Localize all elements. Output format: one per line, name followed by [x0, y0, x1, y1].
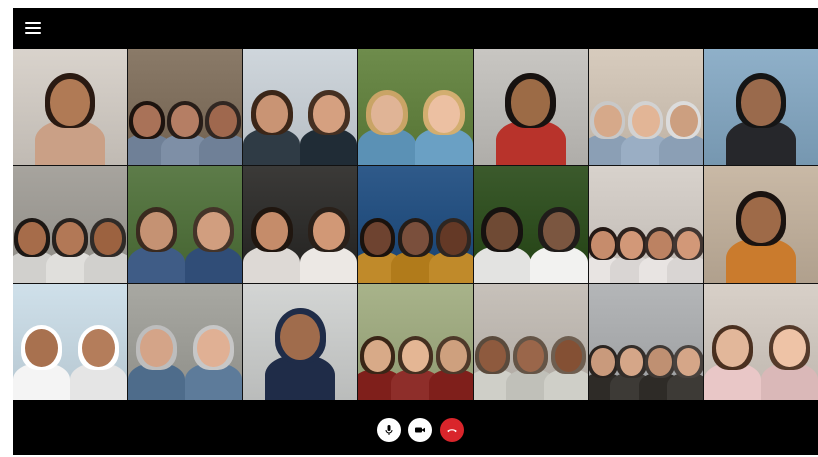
participant-grid — [13, 49, 818, 400]
participant-tile[interactable] — [243, 283, 358, 400]
participant-person — [667, 223, 703, 283]
participant-tile[interactable] — [473, 283, 588, 400]
participant-person — [428, 213, 473, 283]
participant-tile[interactable] — [13, 49, 128, 166]
participant-tile[interactable] — [128, 166, 243, 283]
participant-person — [35, 65, 105, 166]
participant-person — [703, 318, 762, 400]
participant-tile[interactable] — [588, 49, 703, 166]
video-camera-icon — [415, 427, 425, 433]
participant-person — [760, 318, 818, 400]
participant-person — [415, 83, 473, 166]
participant-person — [300, 83, 358, 166]
participant-person — [725, 183, 796, 283]
participant-tile[interactable] — [703, 49, 818, 166]
participant-person — [358, 83, 416, 166]
participant-tile[interactable] — [588, 283, 703, 400]
microphone-button[interactable] — [377, 418, 401, 442]
camera-button[interactable] — [408, 418, 432, 442]
participant-person — [725, 65, 796, 166]
participant-tile[interactable] — [703, 166, 818, 283]
participant-tile[interactable] — [473, 49, 588, 166]
participant-tile[interactable] — [358, 283, 473, 400]
participant-person — [659, 95, 703, 166]
participant-person — [69, 318, 128, 400]
participant-person — [13, 318, 71, 400]
participant-tile[interactable] — [243, 166, 358, 283]
participant-person — [544, 330, 588, 400]
participant-person — [83, 213, 128, 283]
end-call-icon — [447, 429, 457, 433]
call-controls — [13, 408, 818, 452]
participant-person — [128, 318, 186, 400]
microphone-icon — [385, 425, 393, 435]
participant-tile[interactable] — [473, 166, 588, 283]
participant-tile[interactable] — [358, 49, 473, 166]
participant-tile[interactable] — [358, 166, 473, 283]
participant-tile[interactable] — [13, 283, 128, 400]
participant-tile[interactable] — [703, 283, 818, 400]
participant-tile[interactable] — [128, 283, 243, 400]
participant-tile[interactable] — [128, 49, 243, 166]
participant-person — [530, 201, 588, 283]
participant-tile[interactable] — [243, 49, 358, 166]
participant-person — [243, 201, 301, 283]
participant-person — [667, 340, 703, 400]
participant-person — [300, 201, 358, 283]
participant-tile[interactable] — [588, 166, 703, 283]
participant-person — [198, 95, 243, 166]
participant-person — [128, 201, 186, 283]
participant-person — [184, 201, 243, 283]
participant-person — [265, 300, 336, 400]
end-call-button[interactable] — [440, 418, 464, 442]
participant-tile[interactable] — [13, 166, 128, 283]
video-call-window — [13, 8, 818, 455]
participant-person — [243, 83, 301, 166]
top-bar — [13, 8, 818, 48]
participant-person — [495, 65, 566, 166]
hamburger-menu-icon[interactable] — [25, 20, 41, 36]
participant-person — [428, 330, 473, 400]
participant-person — [473, 201, 531, 283]
participant-person — [184, 318, 243, 400]
